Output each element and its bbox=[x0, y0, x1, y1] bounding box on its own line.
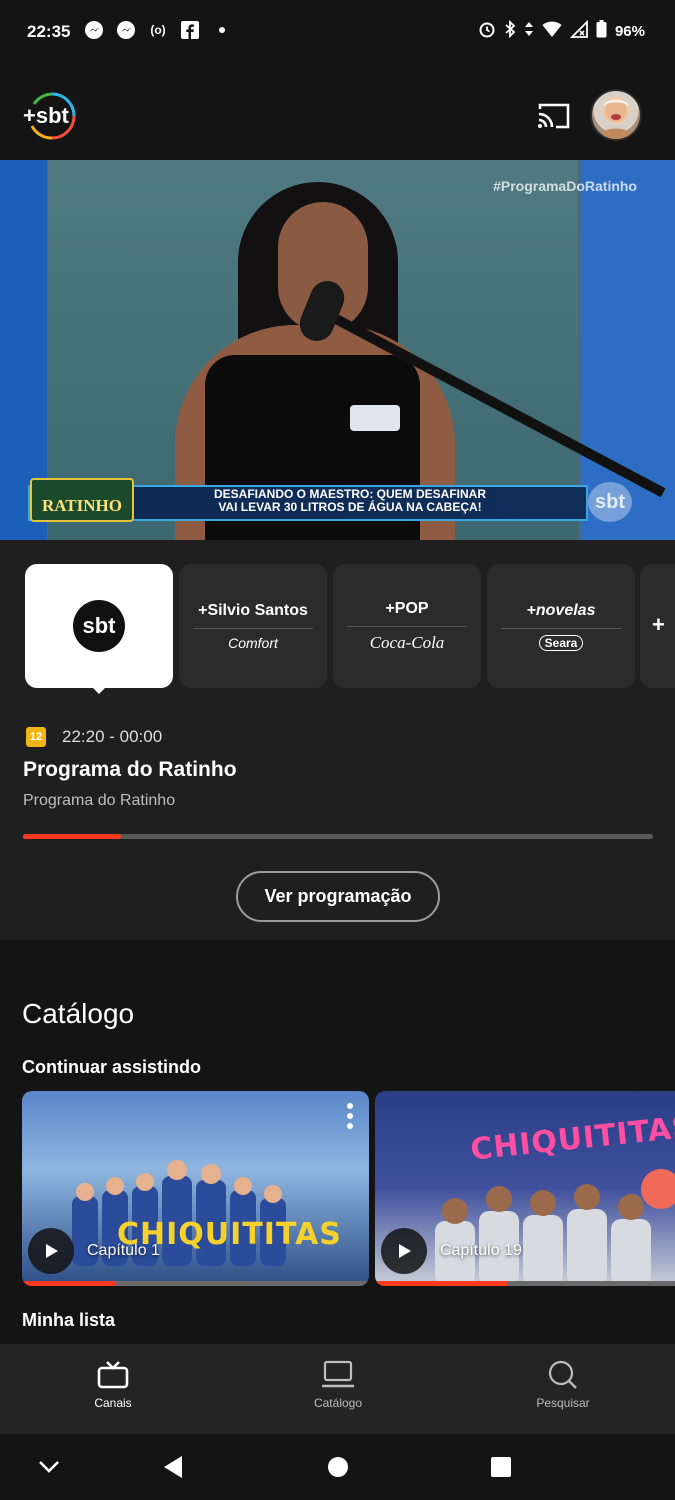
program-subtitle: Programa do Ratinho bbox=[23, 792, 176, 809]
chevron-down-icon[interactable] bbox=[38, 1460, 60, 1479]
channel-name: +Silvio Santos bbox=[198, 601, 308, 619]
nav-item-pesquisar[interactable]: Pesquisar bbox=[503, 1360, 623, 1410]
messenger-icon bbox=[116, 20, 136, 40]
name-tag bbox=[350, 405, 400, 431]
laptop-icon bbox=[322, 1360, 354, 1388]
show-logo: CHIQUITITAS bbox=[468, 1109, 675, 1168]
continue-card-1[interactable]: CHIQUITITAS Capítulo 1 bbox=[22, 1091, 369, 1286]
app-header bbox=[0, 66, 675, 160]
age-rating-badge: 12 bbox=[26, 727, 46, 747]
home-icon[interactable] bbox=[327, 1456, 349, 1483]
wifi-icon bbox=[542, 20, 562, 42]
program-time-range: 22:20 - 00:00 bbox=[62, 727, 163, 746]
cast-button[interactable] bbox=[536, 100, 572, 132]
channel-name: +novelas bbox=[526, 601, 596, 619]
signal-icon bbox=[569, 19, 588, 42]
battery-icon bbox=[596, 20, 607, 42]
continue-card-2[interactable]: CHIQUITITAS Capítulo 19 bbox=[375, 1091, 675, 1286]
video-caption: DESAFIANDO O MAESTRO: QUEM DESAFINAR VAI… bbox=[150, 488, 550, 514]
nav-label: Pesquisar bbox=[536, 1396, 590, 1410]
play-button[interactable] bbox=[381, 1228, 427, 1274]
channel-sponsor: Seara bbox=[538, 634, 584, 651]
channel-sponsor: Comfort bbox=[228, 634, 278, 651]
tv-icon bbox=[97, 1361, 129, 1389]
search-icon bbox=[548, 1360, 577, 1389]
view-schedule-button[interactable]: Ver programação bbox=[236, 871, 440, 922]
status-time: 22:35 bbox=[27, 22, 71, 41]
continue-watching-heading: Continuar assistindo bbox=[22, 1057, 202, 1077]
camera-overlay-icon bbox=[641, 1169, 675, 1209]
dot-icon bbox=[212, 20, 232, 40]
nav-item-catalogo[interactable]: Catálogo bbox=[278, 1360, 398, 1410]
my-list-heading: Minha lista bbox=[22, 1310, 116, 1330]
program-progress-fill bbox=[23, 834, 121, 839]
battery-percent: 96% bbox=[614, 22, 645, 40]
play-icon bbox=[399, 1244, 411, 1258]
nav-label: Canais bbox=[94, 1396, 132, 1410]
active-channel-pointer bbox=[91, 686, 107, 694]
back-icon[interactable] bbox=[162, 1455, 184, 1484]
channel-sponsor: Coca-Cola bbox=[369, 632, 445, 652]
facebook-icon bbox=[180, 20, 200, 40]
episode-progress-fill bbox=[375, 1281, 507, 1286]
radio-icon: (o) bbox=[150, 23, 166, 37]
video-hashtag: #ProgramaDoRatinho bbox=[493, 178, 637, 194]
cast-icon bbox=[538, 103, 570, 129]
channel-bug: sbt bbox=[588, 482, 632, 522]
channel-card-pop[interactable]: +POP Coca-Cola bbox=[333, 564, 481, 688]
episode-progress-fill bbox=[22, 1281, 116, 1286]
channel-divider bbox=[193, 627, 313, 629]
channel-card-novelas[interactable]: +novelas Seara bbox=[487, 564, 635, 688]
recents-icon[interactable] bbox=[490, 1456, 512, 1483]
sbt-channel-logo: sbt bbox=[73, 600, 125, 652]
channel-divider bbox=[347, 625, 467, 627]
channel-name: +POP bbox=[385, 599, 429, 617]
avatar[interactable] bbox=[590, 89, 642, 141]
episode-label: Capítulo 19 bbox=[440, 1242, 522, 1259]
bluetooth-icon bbox=[504, 19, 516, 42]
logo-text: +sbt bbox=[23, 103, 70, 128]
episode-label: Capítulo 1 bbox=[87, 1242, 160, 1259]
channel-card-sbt[interactable]: sbt bbox=[25, 564, 173, 688]
more-options-icon[interactable] bbox=[347, 1103, 353, 1129]
data-icon bbox=[524, 20, 534, 42]
play-icon bbox=[46, 1244, 58, 1258]
live-video-player[interactable]: #ProgramaDoRatinho RATINHO DESAFIANDO O … bbox=[0, 160, 675, 540]
status-left-icons: (o) bbox=[84, 20, 232, 40]
catalog-heading: Catálogo bbox=[22, 998, 135, 1029]
video-caption-line2: VAI LEVAR 30 LITROS DE ÁGUA NA CABEÇA! bbox=[218, 500, 482, 514]
messenger-icon bbox=[84, 20, 104, 40]
nav-label: Catálogo bbox=[313, 1396, 363, 1410]
channel-card-silvio-santos[interactable]: +Silvio Santos Comfort bbox=[179, 564, 327, 688]
channel-divider bbox=[501, 627, 621, 629]
play-button[interactable] bbox=[28, 1228, 74, 1274]
program-title: Programa do Ratinho bbox=[23, 758, 237, 781]
status-right-icons: 96% bbox=[478, 19, 645, 42]
channel-card-more[interactable]: + bbox=[640, 564, 675, 688]
cast-group-image bbox=[435, 1184, 651, 1286]
sbt-logo[interactable]: +sbt bbox=[22, 90, 80, 142]
alarm-icon bbox=[478, 20, 496, 42]
show-logo: RATINHO bbox=[30, 478, 134, 522]
nav-item-canais[interactable]: Canais bbox=[53, 1360, 173, 1410]
